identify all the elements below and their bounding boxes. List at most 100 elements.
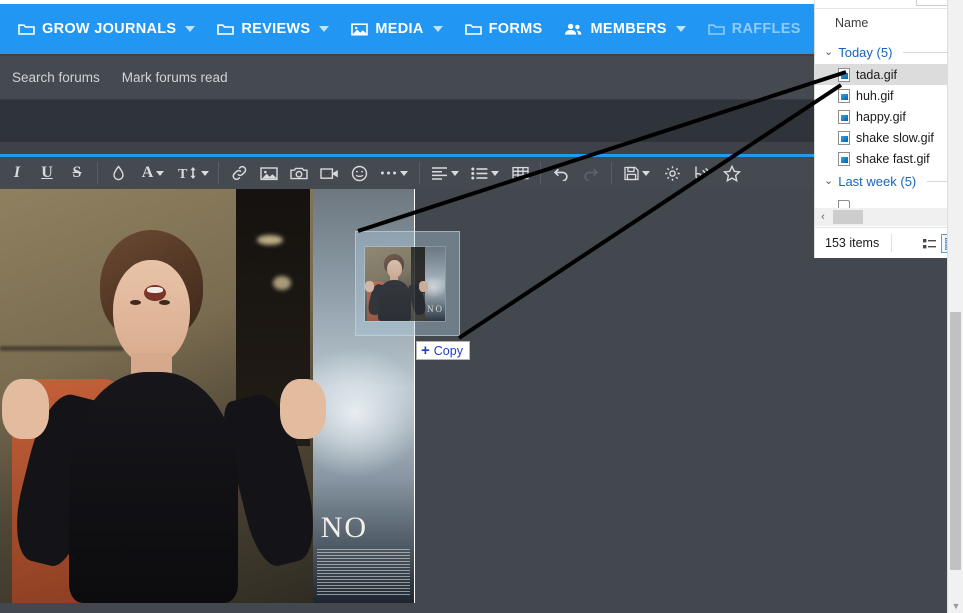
ellipsis-icon xyxy=(380,170,397,176)
list-item[interactable]: tada.gif xyxy=(815,64,963,85)
chevron-down-icon xyxy=(185,26,196,32)
chevron-down-icon xyxy=(451,170,459,176)
page-vertical-scrollbar[interactable]: ▼ xyxy=(947,0,963,613)
details-view-button[interactable] xyxy=(919,234,939,253)
list-item[interactable]: huh.gif xyxy=(815,85,963,106)
file-name: happy.gif xyxy=(856,109,906,124)
redo-icon xyxy=(582,166,600,181)
chevron-down-icon xyxy=(156,170,165,176)
list-button[interactable] xyxy=(465,158,505,188)
insert-photo-button[interactable] xyxy=(284,158,314,188)
nav-label: MEMBERS xyxy=(590,21,667,37)
nav-item-forms[interactable]: FORMS xyxy=(464,21,543,37)
person-hand-left xyxy=(2,379,49,440)
insert-video-button[interactable] xyxy=(314,158,344,188)
toolbar-divider xyxy=(218,162,219,184)
toolbar-divider xyxy=(97,162,98,184)
italic-button[interactable]: I xyxy=(2,158,32,188)
more-options-button[interactable] xyxy=(374,158,414,188)
scroll-left-arrow-icon[interactable]: ‹ xyxy=(815,211,831,223)
post-gif-image[interactable]: NO xyxy=(0,189,414,603)
poster-title: NO xyxy=(320,511,369,545)
gif-file-icon xyxy=(838,109,850,124)
person-torso xyxy=(69,371,239,603)
gif-file-icon xyxy=(838,67,850,82)
insert-emoji-button[interactable] xyxy=(344,158,374,188)
group-header-today[interactable]: ⌄ Today (5) xyxy=(815,40,963,64)
save-draft-button[interactable] xyxy=(617,158,657,188)
scrollbar-track[interactable] xyxy=(831,208,948,226)
scrollbar-thumb[interactable] xyxy=(833,210,863,224)
person-hand-right xyxy=(279,379,326,440)
horizontal-scrollbar[interactable]: ‹ › xyxy=(815,208,963,226)
thumb-poster-title: NO xyxy=(426,303,444,314)
group-label: Today (5) xyxy=(838,44,893,60)
bbcode-button[interactable] xyxy=(687,158,717,188)
link-icon xyxy=(231,165,248,181)
drop-icon xyxy=(112,165,125,181)
people-icon xyxy=(564,22,583,36)
strikethrough-button[interactable]: S xyxy=(62,158,92,188)
folder-file-icon xyxy=(838,197,850,208)
editor-toolbar: I U S A T xyxy=(0,157,947,189)
list-item[interactable]: shake slow.gif xyxy=(815,127,963,148)
text-color-button[interactable]: A xyxy=(133,158,173,188)
poster-credits-block xyxy=(316,549,410,595)
thumb-person xyxy=(365,254,428,321)
forum-page: GROW JOURNALS REVIEWS MEDIA FORMS MEMBER… xyxy=(0,0,947,613)
file-list: ⌄ Today (5) tada.gif huh.gif happy.gif s… xyxy=(815,40,963,208)
group-header-last-week[interactable]: ⌄ Last week (5) xyxy=(815,169,963,193)
nav-label: FORMS xyxy=(488,21,543,37)
list-item[interactable] xyxy=(815,193,963,208)
status-divider xyxy=(891,234,893,252)
nav-label: MEDIA xyxy=(375,21,424,37)
toolbar-divider xyxy=(540,162,541,184)
drag-preview-ghost: NO xyxy=(355,231,460,336)
list-icon xyxy=(471,167,488,180)
file-name: huh.gif xyxy=(856,88,894,103)
align-button[interactable] xyxy=(425,158,465,188)
folder-icon xyxy=(707,22,725,36)
nav-item-media[interactable]: MEDIA xyxy=(351,21,443,37)
undo-button[interactable] xyxy=(546,158,576,188)
main-navigation-bar: GROW JOURNALS REVIEWS MEDIA FORMS MEMBER… xyxy=(0,4,947,54)
person-eye-right xyxy=(158,299,170,305)
table-icon xyxy=(511,166,529,180)
floppy-icon xyxy=(624,166,639,181)
search-forums-link[interactable]: Search forums xyxy=(12,70,100,85)
screen-root: GROW JOURNALS REVIEWS MEDIA FORMS MEMBER… xyxy=(0,0,963,613)
column-header-name[interactable]: Name xyxy=(815,9,963,37)
favorite-button[interactable] xyxy=(717,158,747,188)
scroll-down-arrow-icon[interactable]: ▼ xyxy=(948,601,963,611)
list-item[interactable]: shake fast.gif xyxy=(815,148,963,169)
insert-table-button[interactable] xyxy=(505,158,535,188)
toolbar-divider xyxy=(419,162,420,184)
insert-link-button[interactable] xyxy=(224,158,254,188)
sub-navigation-bar: Search forums Mark forums read xyxy=(0,56,947,100)
list-item[interactable]: happy.gif xyxy=(815,106,963,127)
chevron-down-icon xyxy=(200,170,209,176)
nav-label: REVIEWS xyxy=(241,21,311,37)
scrollbar-thumb[interactable] xyxy=(950,312,961,570)
smiley-icon xyxy=(351,165,368,182)
nav-item-reviews[interactable]: REVIEWS xyxy=(217,21,330,37)
settings-button[interactable] xyxy=(657,158,687,188)
person-mouth xyxy=(144,285,167,302)
mark-forums-read-link[interactable]: Mark forums read xyxy=(122,70,228,85)
gif-file-icon xyxy=(838,88,850,103)
folder-icon xyxy=(217,22,235,36)
drag-preview-thumbnail: NO xyxy=(364,246,446,322)
chevron-down-icon xyxy=(432,26,443,32)
nav-item-grow-journals[interactable]: GROW JOURNALS xyxy=(18,21,196,37)
editor-content-area[interactable]: NO xyxy=(0,189,947,613)
insert-image-button[interactable] xyxy=(254,158,284,188)
underline-button[interactable]: U xyxy=(32,158,62,188)
font-size-button[interactable]: T xyxy=(173,158,213,188)
gif-file-icon xyxy=(838,130,850,145)
nav-item-raffles[interactable]: RAFFLES xyxy=(707,21,801,37)
poster-wave xyxy=(312,338,414,488)
drop-effect-label: Copy xyxy=(433,343,463,358)
nav-item-members[interactable]: MEMBERS xyxy=(564,21,686,37)
bbcode-icon xyxy=(693,165,711,181)
text-highlight-button[interactable] xyxy=(103,158,133,188)
